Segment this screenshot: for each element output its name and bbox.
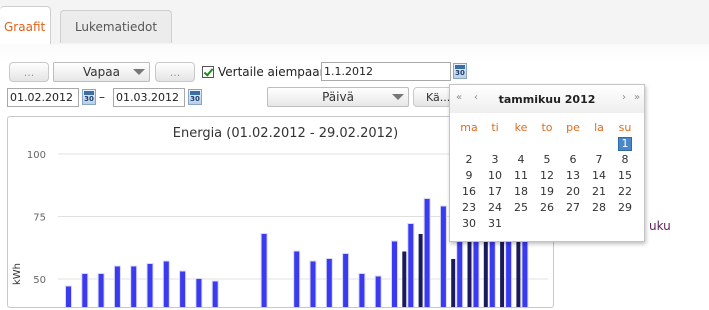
calendar-day[interactable]: 29	[612, 201, 638, 215]
calendar-day[interactable]: 18	[508, 185, 534, 199]
calendar-day[interactable]: 23	[456, 201, 482, 215]
calendar-day[interactable]: 11	[508, 169, 534, 183]
bar	[114, 266, 120, 310]
bar	[131, 266, 137, 310]
bar	[294, 251, 300, 310]
calendar-day[interactable]: 30	[456, 217, 482, 231]
bar	[310, 261, 316, 310]
weekday-header: su	[618, 121, 632, 134]
calendar-day[interactable]: 27	[560, 201, 586, 215]
weekday-header: to	[541, 121, 553, 134]
period-select[interactable]: Vapaa	[53, 62, 150, 82]
bar	[82, 274, 88, 310]
compare-calendar-icon[interactable]: 30	[453, 63, 467, 79]
end-calendar-icon[interactable]: 30	[188, 89, 202, 105]
date-range-separator: –	[99, 90, 105, 104]
calendar-day[interactable]: 22	[612, 185, 638, 199]
resolution-select[interactable]: Päivä	[267, 87, 409, 107]
bar	[212, 281, 218, 310]
calendar-icon-text: 30	[84, 95, 94, 103]
calendar-day[interactable]: 13	[560, 169, 586, 183]
calendar-day[interactable]: 24	[482, 201, 508, 215]
calendar-day[interactable]: 25	[508, 201, 534, 215]
calendar-day[interactable]: 12	[534, 169, 560, 183]
calendar-day[interactable]: 1	[612, 137, 638, 151]
calendar-day[interactable]: 21	[586, 185, 612, 199]
compare-label: Vertaile aiempaan	[218, 65, 328, 79]
bar	[98, 274, 104, 310]
comparison-bar	[418, 234, 423, 310]
weekday-header: la	[594, 121, 604, 134]
y-tick-label: 75	[33, 213, 46, 224]
calendar-day[interactable]: 19	[534, 185, 560, 199]
y-axis-label: kWh	[12, 263, 23, 285]
calendar-day[interactable]: 2	[456, 153, 482, 167]
bar	[424, 199, 430, 310]
compare-checkbox[interactable]	[202, 66, 214, 78]
previous-period-button[interactable]: ...	[9, 62, 49, 82]
chart-title: Energia (01.02.2012 - 29.02.2012)	[173, 126, 399, 141]
bar	[196, 279, 202, 310]
comparison-bar	[402, 251, 407, 310]
start-date-input[interactable]: 01.02.2012	[7, 88, 79, 107]
calendar-day[interactable]: 15	[612, 169, 638, 183]
next-year-icon[interactable]: »	[634, 93, 640, 103]
bar	[375, 276, 381, 310]
y-tick-label: 100	[27, 150, 46, 161]
chevron-down-icon	[133, 69, 145, 75]
bar	[343, 254, 349, 310]
calendar-day[interactable]: 9	[456, 169, 482, 183]
prev-year-icon[interactable]: «	[456, 93, 462, 103]
resolution-select-value: Päivä	[322, 90, 354, 104]
next-period-button[interactable]: ...	[155, 62, 195, 82]
side-text: uku	[649, 219, 671, 233]
y-tick-label: 50	[33, 275, 46, 286]
comparison-bar	[451, 259, 456, 310]
calendar-day[interactable]: 20	[560, 185, 586, 199]
tab-lukematiedot[interactable]: Lukematiedot	[60, 10, 172, 43]
bar	[392, 241, 397, 310]
calendar-day[interactable]: 17	[482, 185, 508, 199]
weekday-header: ke	[514, 121, 528, 134]
bar	[261, 234, 267, 310]
calendar-month-title: tammikuu 2012	[498, 93, 596, 106]
calendar-day[interactable]: 31	[482, 217, 508, 231]
calendar-day[interactable]: 3	[482, 153, 508, 167]
calendar-day[interactable]: 28	[586, 201, 612, 215]
bar	[163, 261, 169, 310]
compare-date-input[interactable]: 1.1.2012	[321, 62, 451, 81]
calendar-day[interactable]: 14	[586, 169, 612, 183]
calendar-day[interactable]: 16	[456, 185, 482, 199]
calendar-icon-text: 30	[455, 69, 465, 77]
bar	[326, 259, 332, 310]
bar	[359, 274, 365, 310]
calendar-day[interactable]: 4	[508, 153, 534, 167]
bar	[147, 264, 153, 310]
chevron-down-icon	[392, 94, 404, 100]
prev-month-icon[interactable]: ‹	[474, 93, 478, 103]
calendar-icon-text: 30	[190, 95, 200, 103]
end-date-input[interactable]: 01.03.2012	[113, 88, 185, 107]
next-month-icon[interactable]: ›	[622, 93, 626, 103]
date-picker-popup: « ‹ tammikuu 2012 › » ma ti ke to pe la su 1 2 3 4…	[449, 84, 645, 242]
calendar-day[interactable]: 6	[560, 153, 586, 167]
calendar-day[interactable]: 8	[612, 153, 638, 167]
comparison-bar	[467, 241, 472, 310]
bar	[440, 206, 446, 310]
tab-graafit[interactable]: Graafit	[0, 6, 51, 45]
weekday-header: ma	[460, 121, 478, 134]
weekday-header: ti	[491, 121, 499, 134]
weekday-header: pe	[566, 121, 580, 134]
content-header-strip	[0, 44, 709, 62]
bar	[180, 271, 186, 310]
period-select-value: Vapaa	[83, 65, 120, 79]
tab-bar: Graafit Lukematiedot	[0, 0, 709, 45]
bar	[408, 224, 414, 310]
calendar-day[interactable]: 7	[586, 153, 612, 167]
calendar-day[interactable]: 10	[482, 169, 508, 183]
start-calendar-icon[interactable]: 30	[82, 89, 96, 105]
calendar-day[interactable]: 5	[534, 153, 560, 167]
calendar-day[interactable]: 26	[534, 201, 560, 215]
